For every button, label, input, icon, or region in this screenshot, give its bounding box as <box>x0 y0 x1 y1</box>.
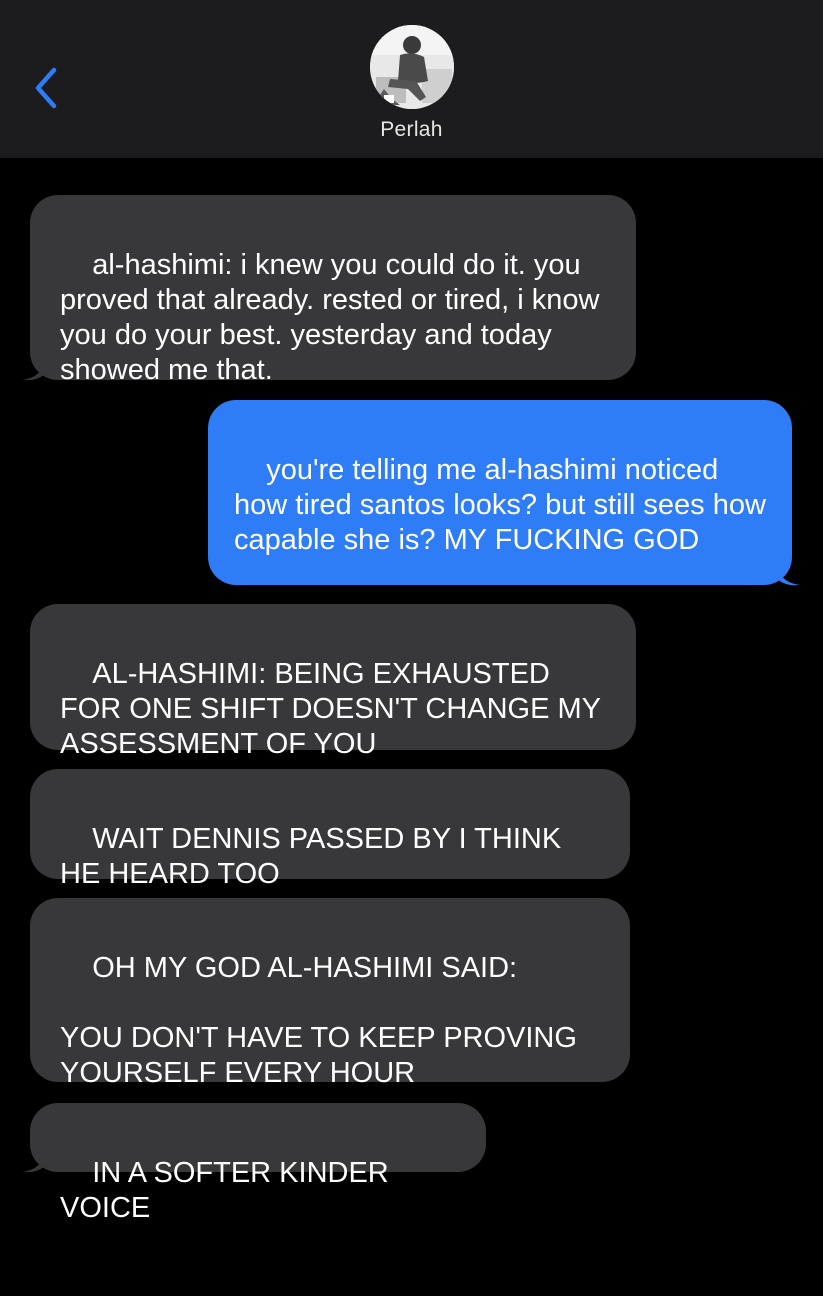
message-bubble-outgoing[interactable]: you're telling me al-hashimi noticed how… <box>208 400 800 586</box>
message-bubble-incoming[interactable]: AL-HASHIMI: BEING EXHAUSTED FOR ONE SHIF… <box>30 604 636 760</box>
message-bubble-incoming[interactable]: IN A SOFTER KINDER VOICE <box>22 1103 486 1224</box>
bubble-tail <box>22 1151 46 1173</box>
message-bubble-incoming[interactable]: WAIT DENNIS PASSED BY I THINK HE HEARD T… <box>30 769 630 890</box>
message-bubble-incoming[interactable]: al-hashimi: i knew you could do it. you … <box>22 195 636 386</box>
message-text: WAIT DENNIS PASSED BY I THINK HE HEARD T… <box>60 823 570 890</box>
message-text: AL-HASHIMI: BEING EXHAUSTED FOR ONE SHIF… <box>60 658 607 760</box>
message-text: IN A SOFTER KINDER VOICE <box>60 1157 397 1224</box>
message-text: you're telling me al-hashimi noticed how… <box>234 454 775 556</box>
bubble-tail <box>22 359 46 381</box>
bubble-tail <box>776 564 800 586</box>
message-bubble-incoming[interactable]: OH MY GOD AL-HASHIMI SAID: YOU DON'T HAV… <box>30 898 630 1089</box>
message-text: al-hashimi: i knew you could do it. you … <box>60 249 608 386</box>
message-text: OH MY GOD AL-HASHIMI SAID: YOU DON'T HAV… <box>60 952 577 1089</box>
message-thread: al-hashimi: i knew you could do it. you … <box>0 0 823 1224</box>
